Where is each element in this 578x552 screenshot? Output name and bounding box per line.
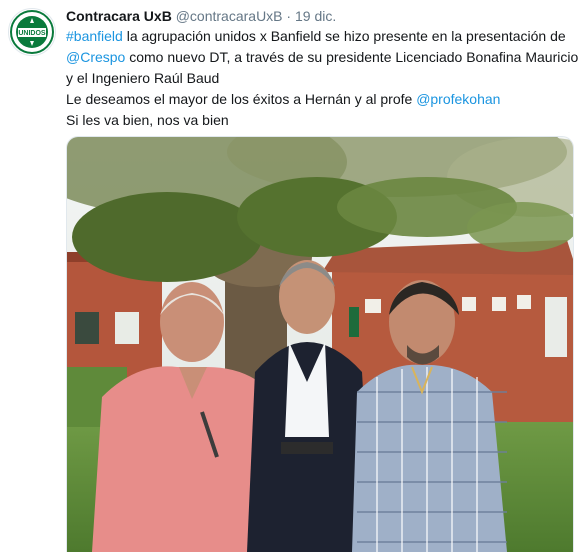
hashtag-banfield-link[interactable]: #banfield bbox=[66, 28, 123, 44]
tweet-header: Contracara UxB @contracaraUxB · 19 dic. bbox=[66, 6, 336, 26]
tweet-line-3: y el Ingeniero Raúl Baud bbox=[66, 70, 220, 86]
tweet-line-5: Si les va bien, nos va bien bbox=[66, 112, 229, 128]
tweet[interactable]: UNIDOS Contracara UxB @contracaraUxB · 1… bbox=[0, 0, 578, 552]
tweet-line-1: #banfield la agrupación unidos x Banfiel… bbox=[66, 26, 572, 47]
tweet-photo[interactable] bbox=[66, 136, 574, 552]
separator: · bbox=[286, 8, 292, 24]
tweet-date[interactable]: 19 dic. bbox=[295, 8, 336, 24]
author-name[interactable]: Contracara UxB bbox=[66, 8, 172, 24]
tweet-line-4: Le deseamos el mayor de los éxitos a Her… bbox=[66, 89, 572, 110]
tweet-line-1-text: la agrupación unidos x Banfield se hizo … bbox=[122, 28, 566, 44]
tweet-line-2: @Crespo como nuevo DT, a través de su pr… bbox=[66, 47, 578, 68]
tweet-line-4-text: Le deseamos el mayor de los éxitos a Her… bbox=[66, 91, 417, 107]
mention-crespo-link[interactable]: @Crespo bbox=[66, 49, 125, 65]
mention-profekohan-link[interactable]: @profekohan bbox=[416, 91, 500, 107]
tweet-line-2-text: como nuevo DT, a través de su presidente… bbox=[125, 49, 578, 65]
tweet-text: #banfield la agrupación unidos x Banfiel… bbox=[66, 26, 578, 131]
unidos-logo-icon: UNIDOS bbox=[10, 10, 54, 54]
avatar[interactable]: UNIDOS bbox=[8, 8, 56, 56]
photo-image bbox=[67, 137, 573, 552]
avatar-logo-text: UNIDOS bbox=[18, 30, 46, 37]
author-handle[interactable]: @contracaraUxB bbox=[176, 8, 283, 24]
